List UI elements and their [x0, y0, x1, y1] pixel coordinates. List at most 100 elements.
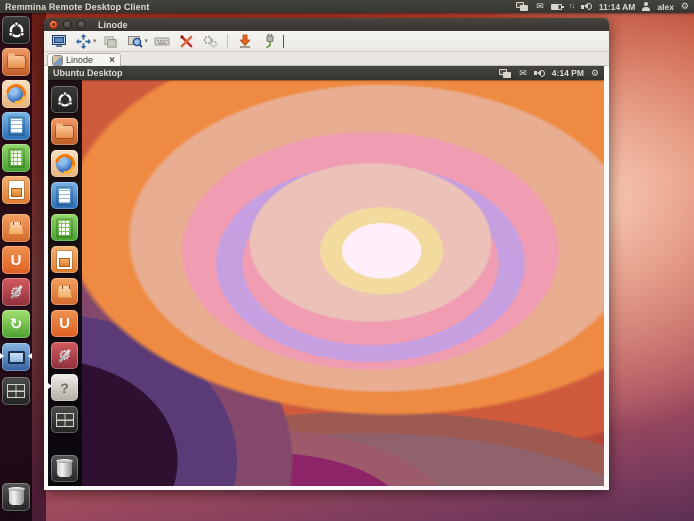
tab-label: Linode [66, 55, 93, 65]
clock[interactable]: 11:14 AM [599, 2, 636, 12]
launcher-item-firefox[interactable] [51, 150, 78, 177]
ubuntu-one-icon: U [59, 315, 70, 332]
user-icon[interactable] [642, 2, 650, 11]
disconnect-button[interactable] [259, 33, 279, 50]
writer-document-icon [9, 117, 24, 135]
trash-icon [57, 461, 72, 477]
remmina-toolbar: ▾ ▾ [44, 31, 609, 52]
gears-icon [202, 33, 218, 49]
remote-indicator-tray[interactable]: ✉ 4:14 PM ⚙ [499, 68, 604, 78]
launcher-item-software-updater[interactable]: ↻ [2, 310, 30, 338]
focused-indicator [28, 353, 32, 359]
launcher-item-remmina[interactable] [2, 343, 30, 371]
folder-icon [56, 126, 73, 138]
ubuntu-logo-icon [7, 21, 26, 40]
remote-wallpaper[interactable] [48, 66, 604, 486]
impress-presentation-icon [57, 251, 72, 269]
launcher-item-trash[interactable] [51, 455, 78, 482]
firefox-icon [7, 85, 25, 103]
shopping-bag-icon [58, 286, 72, 298]
launcher-item-software-center[interactable] [2, 214, 30, 242]
scale-button[interactable] [73, 33, 93, 50]
launcher-item-ubuntu-one[interactable]: U [2, 246, 30, 274]
unity-launcher: U ⚙ ↻ [0, 13, 32, 521]
top-panel: Remmina Remote Desktop Client ✉ ↑↓ 11:14… [0, 0, 694, 13]
fullscreen-button[interactable] [49, 33, 69, 50]
scale-dropdown-caret[interactable]: ▾ [93, 37, 97, 45]
indicator-tray[interactable]: ✉ ↑↓ 11:14 AM alex ⚙ [516, 2, 694, 12]
volume-icon[interactable] [581, 2, 592, 11]
battery-icon[interactable] [551, 4, 562, 10]
mail-icon[interactable]: ✉ [519, 69, 527, 78]
tab-linode[interactable]: Linode × [47, 53, 121, 66]
window-title: Linode [98, 20, 128, 30]
launcher-item-libreoffice-writer[interactable] [2, 112, 30, 140]
launcher-item-workspace-switcher[interactable] [2, 377, 30, 405]
calc-spreadsheet-icon [57, 219, 72, 237]
screenshot-dropdown-caret[interactable]: ▾ [145, 37, 149, 45]
launcher-item-libreoffice-impress[interactable] [2, 176, 30, 204]
remote-monitor-icon [8, 351, 25, 364]
remote-top-panel: Ubuntu Desktop ✉ 4:14 PM ⚙ [48, 66, 604, 80]
sync-arrows-icon[interactable]: ↑↓ [569, 3, 574, 10]
mail-icon[interactable]: ✉ [536, 2, 544, 11]
writer-document-icon [57, 187, 72, 205]
session-gear-icon[interactable]: ⚙ [681, 2, 689, 11]
launcher-item-home-folder[interactable] [2, 48, 30, 76]
tray-arrow-icon [237, 33, 253, 49]
folder-icon [8, 56, 25, 68]
window-titlebar[interactable]: Linode [44, 18, 609, 31]
switch-page-button[interactable] [101, 33, 121, 50]
launcher-item-dash-home[interactable] [2, 16, 30, 44]
minimize-button[interactable] [63, 20, 72, 29]
firefox-icon [56, 155, 74, 173]
screenshot-icon [127, 33, 143, 49]
workspaces-icon [7, 384, 25, 398]
launcher-item-workspace-switcher[interactable] [51, 406, 78, 433]
impress-presentation-icon [9, 181, 24, 199]
screenshot-button[interactable] [125, 33, 145, 50]
launcher-item-system-settings[interactable]: ⚙ [51, 342, 78, 369]
close-button[interactable] [49, 20, 58, 29]
launcher-item-libreoffice-calc[interactable] [2, 144, 30, 172]
running-indicator [48, 383, 52, 389]
launcher-item-libreoffice-calc[interactable] [51, 214, 78, 241]
launcher-item-firefox[interactable] [2, 80, 30, 108]
maximize-button[interactable] [77, 20, 86, 29]
plug-icon [261, 33, 277, 49]
tab-close-icon[interactable]: × [109, 56, 115, 65]
launcher-item-home-folder[interactable] [51, 118, 78, 145]
ubuntu-one-icon: U [11, 252, 22, 269]
preferences-button[interactable] [176, 33, 196, 50]
running-indicator [0, 353, 4, 359]
launcher-item-software-center[interactable] [51, 278, 78, 305]
connection-icon [53, 56, 62, 65]
launcher-item-dash-home[interactable] [51, 86, 78, 113]
launcher-item-libreoffice-impress[interactable] [51, 246, 78, 273]
help-icon: ? [60, 380, 69, 396]
volume-icon[interactable] [534, 69, 545, 78]
launcher-item-system-settings[interactable]: ⚙ [2, 278, 30, 306]
tools-button[interactable] [200, 33, 220, 50]
crossed-tools-icon [179, 34, 194, 49]
network-icon[interactable] [499, 69, 512, 78]
shopping-bag-icon [9, 222, 23, 234]
launcher-item-ubuntu-one[interactable]: U [51, 310, 78, 337]
user-name[interactable]: alex [657, 2, 674, 12]
toolbar-separator [227, 34, 228, 48]
scale-icon [76, 34, 91, 49]
active-app-title: Remmina Remote Desktop Client [5, 2, 149, 12]
remmina-window: Linode ▾ ▾ [44, 18, 609, 490]
session-gear-icon[interactable]: ⚙ [591, 69, 599, 78]
refresh-icon: ↻ [10, 315, 23, 333]
launcher-item-libreoffice-writer[interactable] [51, 182, 78, 209]
minimize-to-tray-button[interactable] [235, 33, 255, 50]
launcher-item-help[interactable]: ? [51, 374, 78, 401]
remote-clock[interactable]: 4:14 PM [552, 68, 584, 78]
workspaces-icon [56, 413, 74, 427]
send-keys-button[interactable] [152, 33, 172, 50]
remote-session-viewport: Ubuntu Desktop ✉ 4:14 PM ⚙ [44, 66, 609, 490]
launcher-item-trash[interactable] [2, 483, 30, 511]
network-icon[interactable] [516, 2, 529, 11]
tab-bar: Linode × [44, 52, 609, 66]
